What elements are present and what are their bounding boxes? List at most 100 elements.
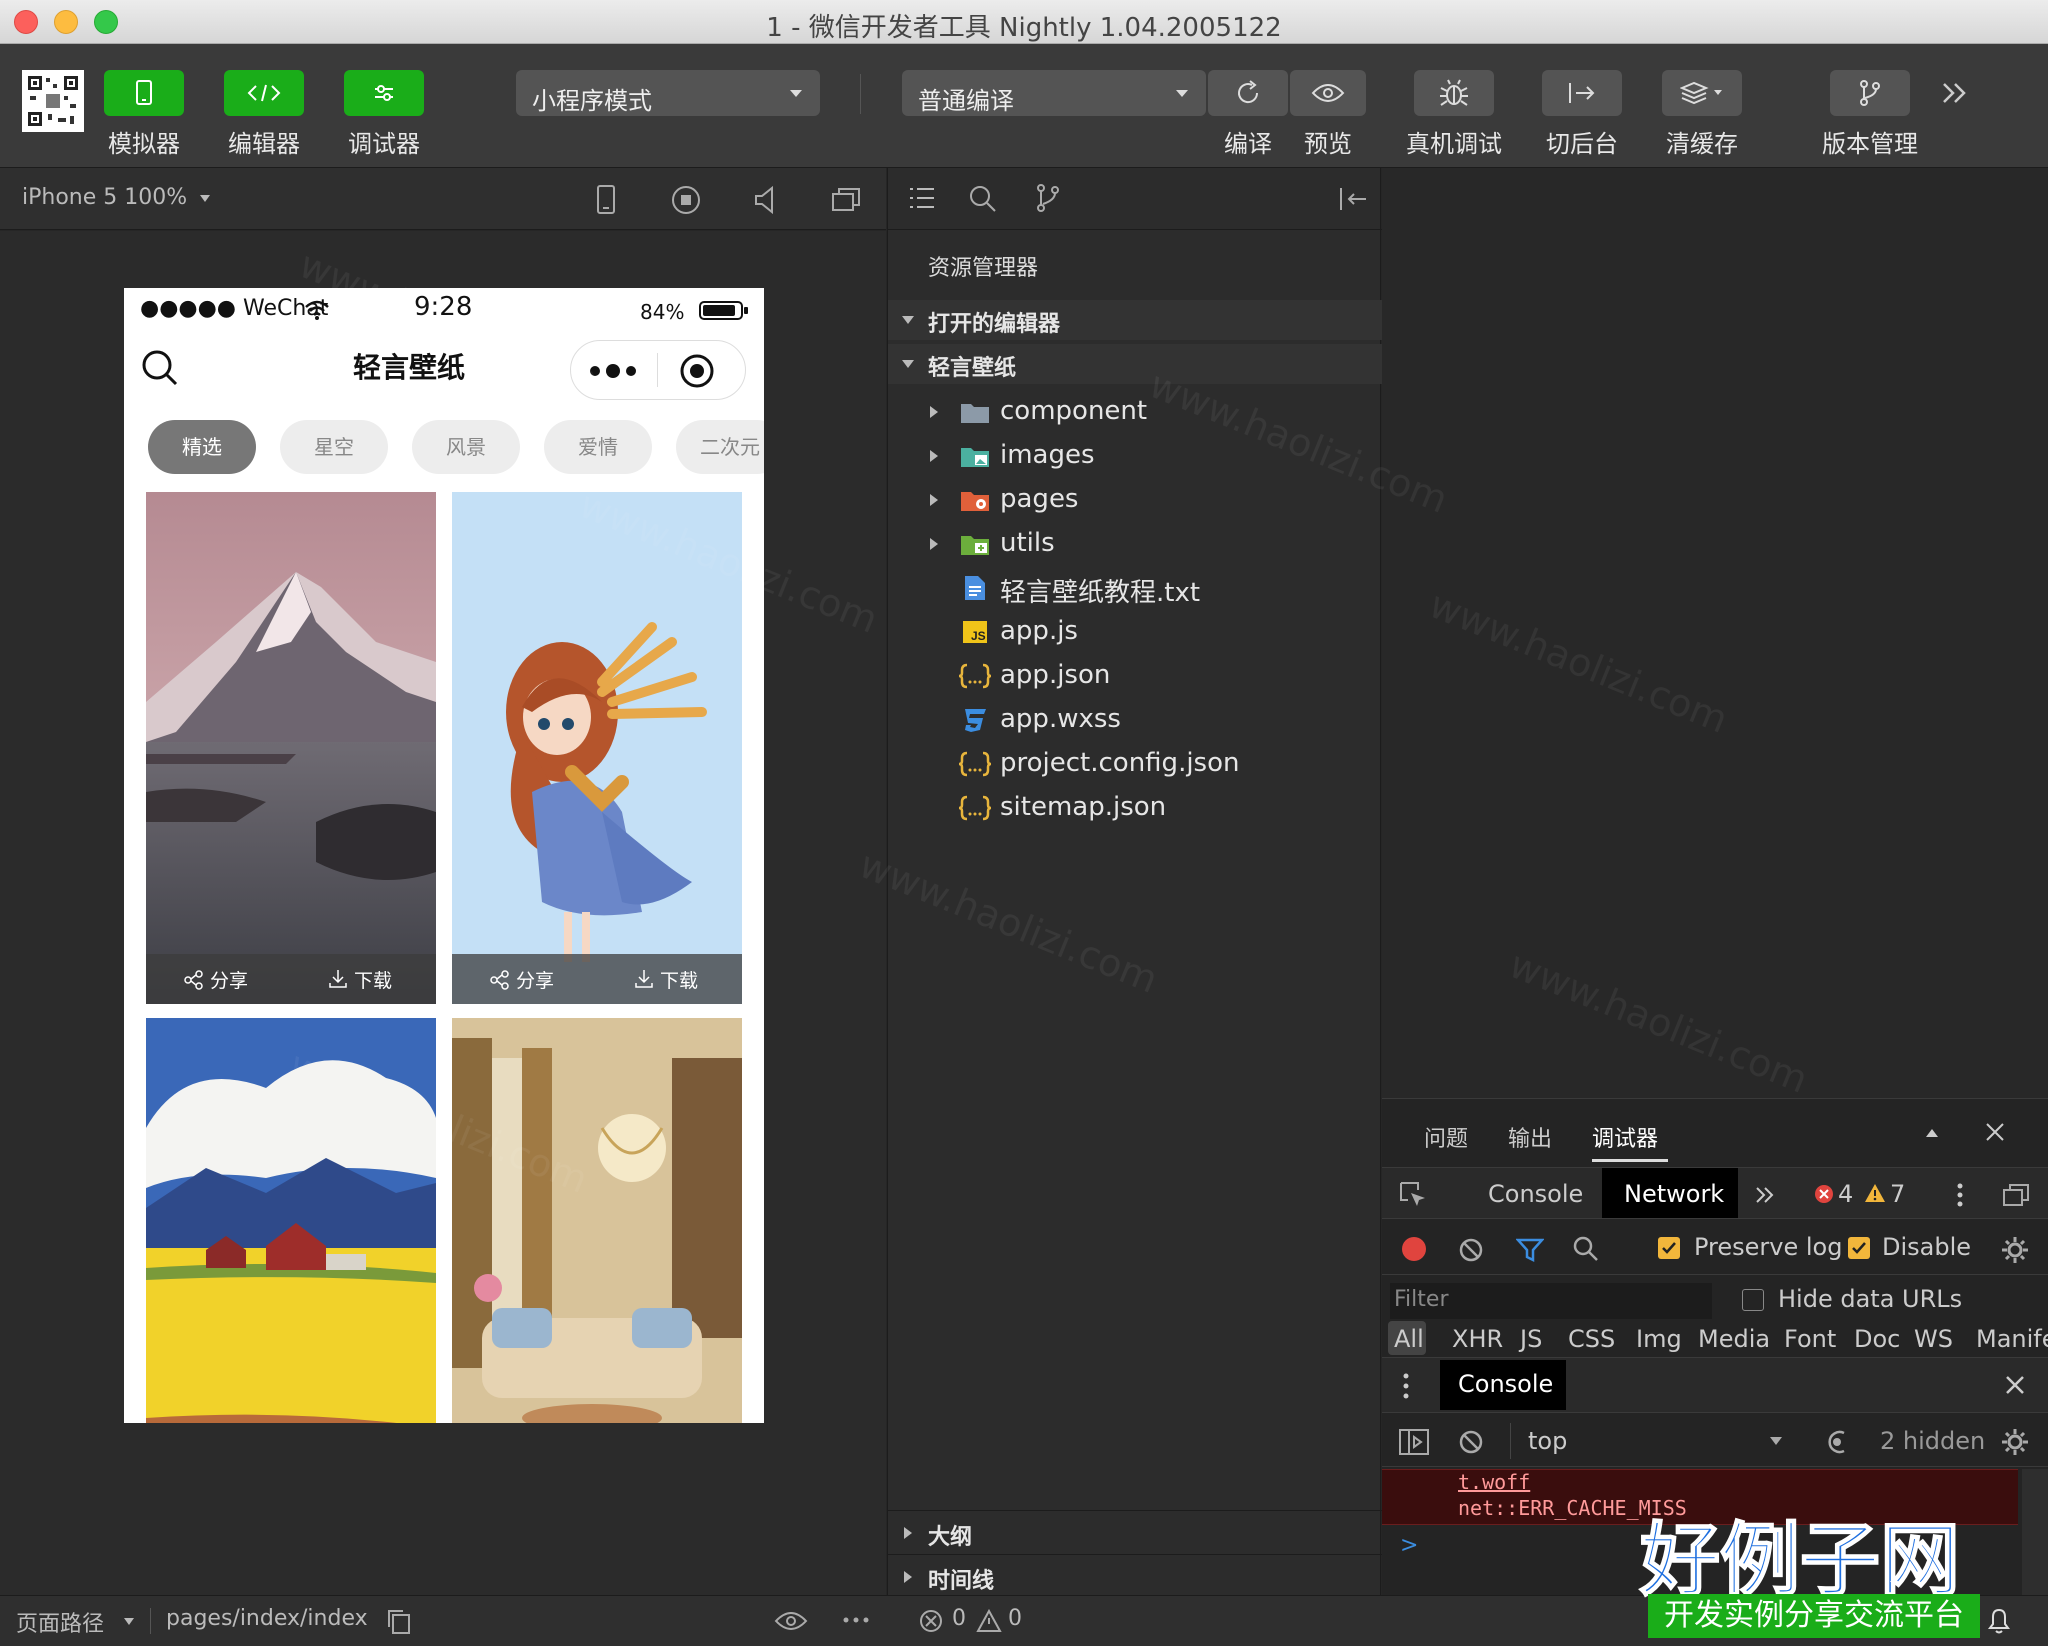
debugger-toggle-button[interactable] bbox=[344, 70, 424, 116]
open-editors-section[interactable]: 打开的编辑器 bbox=[888, 300, 1382, 340]
tree-item-sitemap[interactable]: sitemap.json bbox=[888, 786, 1382, 830]
tree-item-project-config[interactable]: project.config.json bbox=[888, 742, 1382, 786]
wallpaper-card[interactable] bbox=[452, 1018, 742, 1423]
type-filter-media[interactable]: Media bbox=[1698, 1325, 1770, 1353]
expand-panel-icon[interactable] bbox=[1926, 1129, 1938, 1137]
type-filter-css[interactable]: CSS bbox=[1568, 1325, 1615, 1353]
background-button[interactable] bbox=[1542, 70, 1622, 116]
compile-button[interactable] bbox=[1208, 70, 1288, 116]
type-filter-xhr[interactable]: XHR bbox=[1452, 1325, 1503, 1353]
tab-network-active[interactable]: Network bbox=[1602, 1168, 1738, 1218]
hide-data-urls-checkbox[interactable] bbox=[1742, 1289, 1764, 1311]
search-icon[interactable] bbox=[1572, 1235, 1600, 1263]
search-icon[interactable] bbox=[140, 348, 180, 388]
type-filter-img[interactable]: Img bbox=[1636, 1325, 1682, 1353]
type-filter-ws[interactable]: WS bbox=[1914, 1325, 1953, 1353]
download-label[interactable]: 下载 bbox=[354, 966, 392, 993]
download-icon[interactable] bbox=[634, 968, 654, 990]
collapse-panel-icon[interactable] bbox=[1338, 186, 1368, 212]
list-icon[interactable] bbox=[908, 186, 936, 212]
share-label[interactable]: 分享 bbox=[516, 966, 554, 993]
tab-debugger[interactable]: 调试器 bbox=[1592, 1121, 1658, 1153]
close-miniprogram-icon[interactable] bbox=[679, 353, 715, 389]
chip-featured[interactable]: 精选 bbox=[148, 420, 256, 474]
type-filter-doc[interactable]: Doc bbox=[1854, 1325, 1900, 1353]
hidden-count[interactable]: 2 hidden bbox=[1880, 1427, 1985, 1455]
chip-anime[interactable]: 二次元 bbox=[676, 420, 764, 474]
kebab-menu-icon[interactable] bbox=[1402, 1372, 1410, 1400]
qr-code-avatar[interactable] bbox=[22, 70, 84, 132]
device-rotate-button[interactable] bbox=[594, 184, 618, 216]
clear-console-icon[interactable] bbox=[1458, 1429, 1484, 1455]
download-icon[interactable] bbox=[328, 968, 348, 990]
tree-item-component[interactable]: component bbox=[888, 390, 1382, 434]
detach-simulator-button[interactable] bbox=[830, 184, 862, 216]
more-tools-button[interactable] bbox=[1940, 80, 1970, 106]
search-icon[interactable] bbox=[968, 184, 998, 214]
chevron-down-icon[interactable] bbox=[1770, 1437, 1782, 1445]
copy-icon[interactable] bbox=[386, 1608, 412, 1636]
filter-input[interactable]: Filter bbox=[1390, 1283, 1712, 1319]
tree-item-tutorial-txt[interactable]: 轻言壁纸教程.txt bbox=[888, 566, 1382, 610]
sidebar-toggle-icon[interactable] bbox=[1398, 1427, 1430, 1457]
filter-icon[interactable] bbox=[1516, 1237, 1544, 1263]
kebab-menu-icon[interactable] bbox=[1956, 1182, 1964, 1208]
bell-icon[interactable] bbox=[1986, 1606, 2012, 1636]
git-branch-icon[interactable] bbox=[1034, 182, 1062, 214]
share-icon[interactable] bbox=[490, 970, 510, 990]
chip-scenery[interactable]: 风景 bbox=[412, 420, 520, 474]
clear-icon[interactable] bbox=[1458, 1237, 1484, 1263]
tree-item-images[interactable]: images bbox=[888, 434, 1382, 478]
tree-item-app-js[interactable]: JS app.js bbox=[888, 610, 1382, 654]
remote-debug-button[interactable] bbox=[1414, 70, 1494, 116]
more-horizontal-icon[interactable] bbox=[842, 1616, 870, 1624]
warning-status-icon[interactable] bbox=[976, 1608, 1002, 1634]
close-drawer-icon[interactable] bbox=[2004, 1374, 2026, 1396]
wallpaper-card[interactable] bbox=[146, 1018, 436, 1423]
gear-icon[interactable] bbox=[2000, 1235, 2030, 1265]
type-filter-js[interactable]: JS bbox=[1520, 1325, 1542, 1353]
tree-item-pages[interactable]: pages bbox=[888, 478, 1382, 522]
error-status-icon[interactable] bbox=[918, 1608, 944, 1634]
type-filter-manifest[interactable]: Manife bbox=[1976, 1325, 2048, 1353]
clear-cache-button[interactable] bbox=[1662, 70, 1742, 116]
mode-select[interactable]: 小程序模式 bbox=[516, 70, 820, 116]
close-icon[interactable] bbox=[1984, 1121, 2006, 1143]
inspect-element-icon[interactable] bbox=[1398, 1180, 1428, 1210]
gear-icon[interactable] bbox=[2000, 1427, 2030, 1457]
chevron-down-icon[interactable] bbox=[124, 1618, 134, 1625]
more-dots-icon[interactable] bbox=[589, 361, 641, 381]
console-prompt[interactable]: > bbox=[1400, 1533, 1418, 1558]
download-label[interactable]: 下载 bbox=[660, 966, 698, 993]
context-select[interactable]: top bbox=[1528, 1427, 1567, 1455]
type-filter-font[interactable]: Font bbox=[1784, 1325, 1836, 1353]
wallpaper-card[interactable]: 分享 下载 bbox=[146, 492, 436, 1004]
record-button[interactable] bbox=[1402, 1237, 1426, 1261]
share-label[interactable]: 分享 bbox=[210, 966, 248, 993]
tab-issues[interactable]: 问题 bbox=[1424, 1121, 1468, 1153]
project-section[interactable]: 轻言壁纸 bbox=[888, 344, 1382, 384]
simulator-toggle-button[interactable] bbox=[104, 70, 184, 116]
home-button[interactable] bbox=[670, 184, 702, 216]
editor-toggle-button[interactable] bbox=[224, 70, 304, 116]
undock-icon[interactable] bbox=[2002, 1182, 2030, 1208]
timeline-section[interactable]: 时间线 bbox=[888, 1554, 1382, 1598]
tree-item-utils[interactable]: utils bbox=[888, 522, 1382, 566]
outline-section[interactable]: 大纲 bbox=[888, 1510, 1382, 1554]
preview-button[interactable] bbox=[1290, 70, 1366, 116]
compile-mode-select[interactable]: 普通编译 bbox=[902, 70, 1206, 116]
mute-button[interactable] bbox=[752, 184, 780, 216]
tab-console[interactable]: Console bbox=[1488, 1180, 1583, 1208]
device-select[interactable]: iPhone 5 100% bbox=[22, 185, 211, 210]
tree-item-app-wxss[interactable]: app.wxss bbox=[888, 698, 1382, 742]
chip-starry[interactable]: 星空 bbox=[280, 420, 388, 474]
tree-item-app-json[interactable]: app.json bbox=[888, 654, 1382, 698]
share-icon[interactable] bbox=[184, 970, 204, 990]
tab-output[interactable]: 输出 bbox=[1508, 1121, 1552, 1153]
disable-cache-checkbox[interactable] bbox=[1848, 1237, 1870, 1259]
wallpaper-card[interactable]: 分享 下载 bbox=[452, 492, 742, 1004]
console-scrollbar[interactable] bbox=[2022, 1469, 2048, 1595]
eye-icon[interactable] bbox=[774, 1610, 808, 1632]
page-path-label[interactable]: 页面路径 bbox=[16, 1606, 104, 1638]
preserve-log-checkbox[interactable] bbox=[1658, 1237, 1680, 1259]
